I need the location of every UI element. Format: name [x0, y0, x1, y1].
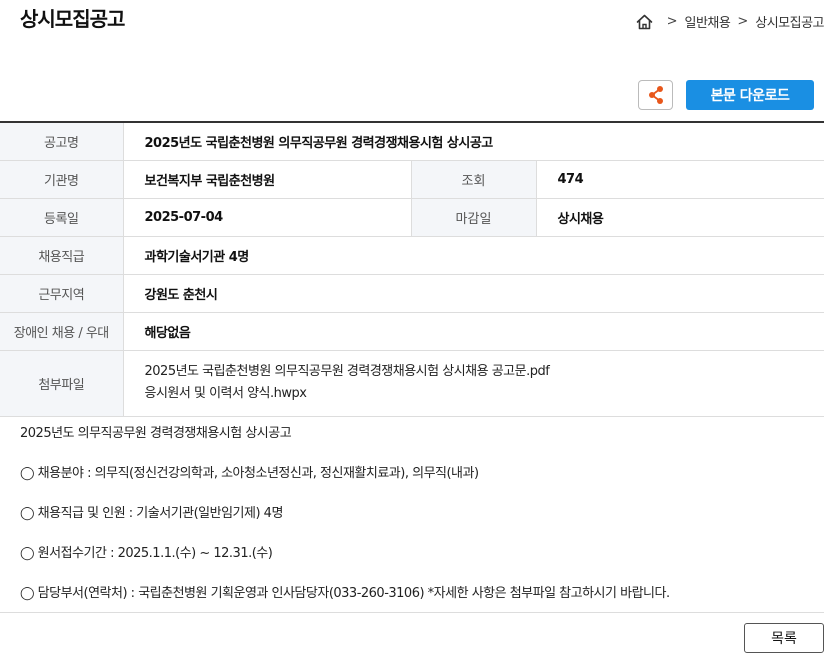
table-row: 기관명 보건복지부 국립춘천병원 조회 474	[0, 160, 824, 199]
region-label: 근무지역	[0, 274, 124, 313]
breadcrumb: > 일반채용 > 상시모집공고	[636, 12, 824, 31]
attachments-list: 2025년도 국립춘천병원 의무직공무원 경력경쟁채용시험 상시채용 공고문.p…	[123, 350, 824, 417]
breadcrumb-item-general-recruit[interactable]: 일반채용	[684, 12, 730, 31]
body-heading: 2025년도 의무직공무원 경력경쟁채용시험 상시공고	[20, 426, 292, 441]
download-body-button[interactable]: 본문 다운로드	[686, 80, 814, 110]
views-label: 조회	[410, 160, 537, 199]
home-icon[interactable]	[636, 13, 654, 31]
views-value: 474	[536, 160, 824, 199]
share-button[interactable]	[638, 80, 673, 110]
job-info-table: 공고명 2025년도 국립춘천병원 의무직공무원 경력경쟁채용시험 상시공고 기…	[0, 121, 824, 417]
body-line-grade: ◯ 채용직급 및 인원 : 기술서기관(일반임기제) 4명	[20, 506, 283, 521]
org-label: 기관명	[0, 160, 124, 199]
grade-value: 과학기술서기관 4명	[123, 236, 824, 275]
breadcrumb-item-rolling-recruit[interactable]: 상시모집공고	[755, 12, 824, 31]
title-label: 공고명	[0, 122, 124, 161]
deadline-value: 상시채용	[536, 198, 824, 237]
page-title: 상시모집공고	[20, 7, 125, 31]
table-row: 공고명 2025년도 국립춘천병원 의무직공무원 경력경쟁채용시험 상시공고	[0, 122, 824, 161]
title-value: 2025년도 국립춘천병원 의무직공무원 경력경쟁채용시험 상시공고	[123, 122, 824, 161]
attachment-link-hwpx[interactable]: 응시원서 및 이력서 양식.hwpx	[145, 383, 824, 405]
body-line-field: ◯ 채용분야 : 의무직(정신건강의학과, 소아청소년정신과, 정신재활치료과)…	[20, 466, 479, 481]
body-line-contact: ◯ 담당부서(연락처) : 국립춘천병원 기획운영과 인사담당자(033-260…	[20, 586, 670, 601]
list-button[interactable]: 목록	[744, 623, 824, 653]
deadline-label: 마감일	[410, 198, 537, 237]
region-value: 강원도 춘천시	[123, 274, 824, 313]
table-row: 첨부파일 2025년도 국립춘천병원 의무직공무원 경력경쟁채용시험 상시채용 …	[0, 350, 824, 417]
announcement-body: 2025년도 의무직공무원 경력경쟁채용시험 상시공고 ◯ 채용분야 : 의무직…	[20, 424, 670, 624]
table-row: 장애인 채용 / 우대 해당없음	[0, 312, 824, 351]
disability-label: 장애인 채용 / 우대	[0, 312, 124, 351]
body-line-period: ◯ 원서접수기간 : 2025.1.1.(수) ~ 12.31.(수)	[20, 546, 273, 561]
grade-label: 채용직급	[0, 236, 124, 275]
share-icon	[648, 86, 663, 104]
breadcrumb-separator: >	[737, 14, 749, 29]
table-row: 등록일 2025-07-04 마감일 상시채용	[0, 198, 824, 237]
table-row: 채용직급 과학기술서기관 4명	[0, 236, 824, 275]
disability-value: 해당없음	[123, 312, 824, 351]
divider	[0, 612, 824, 613]
attachments-label: 첨부파일	[0, 350, 124, 417]
reg-date-value: 2025-07-04	[123, 198, 411, 237]
table-row: 근무지역 강원도 춘천시	[0, 274, 824, 313]
breadcrumb-separator: >	[666, 14, 678, 29]
reg-date-label: 등록일	[0, 198, 124, 237]
org-value: 보건복지부 국립춘천병원	[123, 160, 411, 199]
attachment-link-pdf[interactable]: 2025년도 국립춘천병원 의무직공무원 경력경쟁채용시험 상시채용 공고문.p…	[145, 361, 824, 383]
